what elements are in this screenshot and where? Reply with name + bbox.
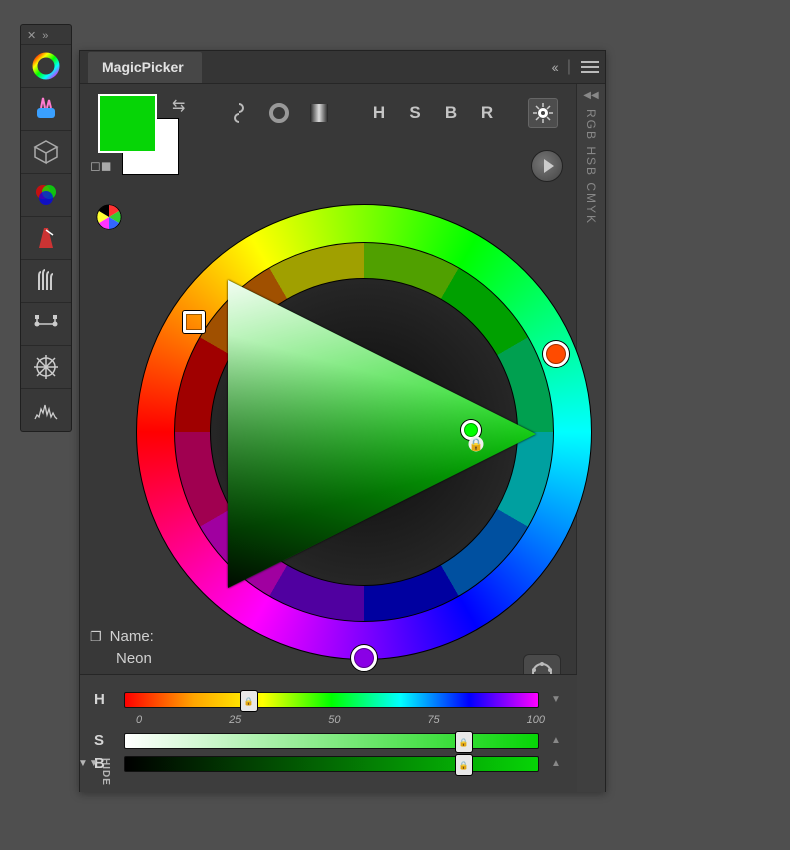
- name-label: Name:: [110, 626, 154, 648]
- swap-colors-icon[interactable]: ⇆: [172, 96, 185, 116]
- pen-tool-icon[interactable]: [30, 308, 62, 340]
- complement-marker-purple[interactable]: [351, 645, 377, 671]
- mode-h[interactable]: H: [366, 103, 392, 123]
- sv-triangle[interactable]: [228, 280, 536, 588]
- metronome-icon[interactable]: [30, 222, 62, 254]
- link-icon[interactable]: [224, 98, 254, 128]
- slider-b-toggle[interactable]: ▲: [551, 758, 563, 769]
- gradient-mode-icon[interactable]: [304, 98, 334, 128]
- color-scheme-icon[interactable]: [94, 202, 126, 234]
- menu-icon[interactable]: [581, 58, 599, 76]
- cube-icon[interactable]: [30, 136, 62, 168]
- slider-panel: HIDE▼▼ H ▼ 0 25 50 75 100 S: [80, 674, 577, 792]
- close-icon[interactable]: ✕: [27, 29, 36, 42]
- lock-icon[interactable]: 🔒: [469, 437, 484, 452]
- slider-h-label: H: [94, 691, 112, 708]
- hue-marker[interactable]: [183, 311, 205, 333]
- color-ring-icon[interactable]: [30, 50, 62, 82]
- expand-icon[interactable]: »: [42, 30, 48, 42]
- slider-h-toggle[interactable]: ▼: [551, 694, 563, 705]
- default-colors-icon[interactable]: ◻◼: [90, 158, 112, 174]
- slider-s-toggle[interactable]: ▲: [551, 735, 563, 746]
- slider-s-label: S: [94, 732, 112, 749]
- collapse-icon[interactable]: ‹‹: [552, 59, 557, 75]
- slider-s[interactable]: [124, 733, 539, 749]
- play-button[interactable]: [531, 150, 563, 182]
- color-wheel[interactable]: 🔒: [136, 204, 592, 660]
- hide-sliders-button[interactable]: HIDE▼▼: [78, 758, 111, 786]
- ring-mode-icon[interactable]: [264, 98, 294, 128]
- compass-wheel-icon[interactable]: [30, 351, 62, 383]
- panel-tab[interactable]: MagicPicker: [88, 52, 202, 83]
- mode-b[interactable]: B: [438, 103, 464, 123]
- panel-header: MagicPicker ‹‹ |: [80, 51, 605, 84]
- foreground-swatch[interactable]: [100, 96, 155, 151]
- slider-h[interactable]: [124, 692, 539, 708]
- vertical-toolbar: ✕ »: [21, 25, 71, 431]
- brushes-icon[interactable]: [30, 93, 62, 125]
- rgb-circles-icon[interactable]: [30, 179, 62, 211]
- mode-r[interactable]: R: [474, 103, 500, 123]
- mode-s[interactable]: S: [402, 103, 428, 123]
- settings-sparkle-icon[interactable]: [528, 98, 558, 128]
- magicpicker-panel: MagicPicker ‹‹ | ◀◀ RGB HSB CMYK ⇆ ◻◼: [79, 50, 606, 792]
- collapse-strip-icon[interactable]: ◀◀: [583, 90, 598, 101]
- brush-set-icon[interactable]: [30, 265, 62, 297]
- slider-h-thumb[interactable]: [240, 690, 258, 712]
- color-name-line1: Neon: [90, 648, 154, 670]
- slider-b[interactable]: [124, 756, 539, 772]
- slider-b-thumb[interactable]: [455, 754, 473, 776]
- swatch-stack: ⇆ ◻◼: [100, 96, 172, 176]
- clipboard-icon[interactable]: ❐: [90, 626, 102, 648]
- complement-marker-orange[interactable]: [543, 341, 569, 367]
- histogram-icon[interactable]: [30, 394, 62, 426]
- tick-labels: 0 25 50 75 100: [94, 714, 545, 726]
- slider-s-thumb[interactable]: [455, 731, 473, 753]
